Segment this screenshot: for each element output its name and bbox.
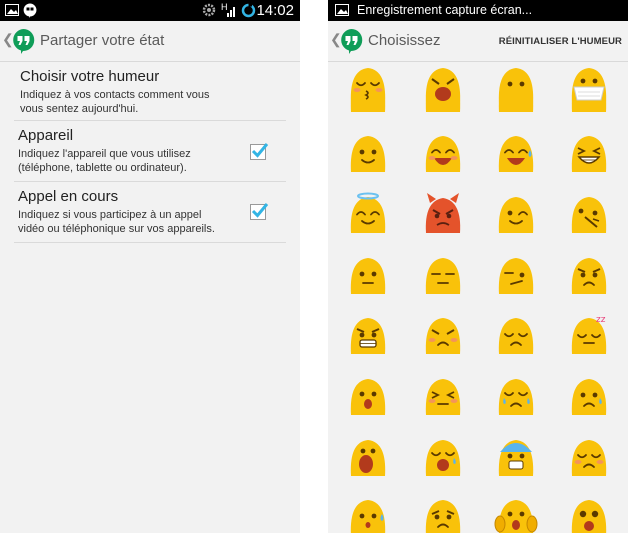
emoji-screaming-hands-icon[interactable] xyxy=(494,494,538,533)
hangouts-logo-icon[interactable] xyxy=(11,28,36,54)
emoji-nervous-sweat-icon[interactable] xyxy=(346,494,390,533)
action-bar: ❮ Partager votre état xyxy=(0,21,300,62)
emoji-sad-tear-icon[interactable] xyxy=(567,373,611,417)
pref-call-in-progress[interactable]: Appel en cours Indiquez si vous particip… xyxy=(14,182,286,243)
emoji-worried-icon[interactable] xyxy=(567,434,611,478)
settings-icon xyxy=(202,3,216,17)
emoji-expressionless-icon[interactable] xyxy=(421,252,465,296)
emoji-grid: zz xyxy=(328,62,628,533)
svg-text:zz: zz xyxy=(596,315,606,325)
pref-title: Appareil xyxy=(18,127,74,144)
emoji-crying-loud-icon[interactable] xyxy=(421,62,465,106)
pref-choose-mood[interactable]: Choisir votre humeur Indiquez à vos cont… xyxy=(14,62,286,121)
emoji-crying-open-mouth-icon[interactable] xyxy=(421,434,465,478)
summary-line: Indiquez si vous participez à un appel xyxy=(18,209,202,221)
signal-icon xyxy=(227,7,235,17)
reset-mood-button[interactable]: RÉINITIALISER L'HUMEUR xyxy=(499,36,622,47)
emoji-furious-gritted-teeth-icon[interactable] xyxy=(346,312,390,356)
emoji-big-smile-sweat-icon[interactable] xyxy=(494,130,538,174)
hangouts-logo-icon[interactable] xyxy=(339,28,364,54)
call-checkbox[interactable] xyxy=(250,203,269,220)
emoji-sleeping-zzz-icon[interactable]: zz xyxy=(567,312,611,356)
emoji-angry-icon[interactable] xyxy=(421,312,465,356)
clock: 14:02 xyxy=(256,2,294,19)
hangouts-notification-icon xyxy=(23,3,37,18)
emoji-angel-halo-icon[interactable] xyxy=(346,191,390,235)
emoji-squinting-laugh-icon[interactable] xyxy=(567,130,611,174)
emoji-kiss-blush-icon[interactable] xyxy=(346,62,390,106)
summary-line: Indiquez à vos contacts comment vous xyxy=(20,89,210,101)
page-title: Partager votre état xyxy=(40,32,165,49)
battery-sync-icon xyxy=(241,3,256,18)
checkmark-icon xyxy=(251,203,269,218)
emoji-scared-blue-icon[interactable] xyxy=(494,434,538,478)
emoji-disappointed-icon[interactable] xyxy=(494,312,538,356)
emoji-sad-tears-icon[interactable] xyxy=(494,373,538,417)
emoji-neutral-plain-icon[interactable] xyxy=(346,252,390,296)
emoji-smiling-icon[interactable] xyxy=(346,130,390,174)
gallery-icon xyxy=(5,4,19,16)
emoji-skeptical-icon[interactable] xyxy=(494,252,538,296)
emoji-shouting-icon[interactable] xyxy=(346,434,390,478)
screen-share-status: H 14:02 ❮ Partager votre état Choisir vo… xyxy=(0,0,300,533)
summary-line: vidéo ou téléphonique sur vos appareils. xyxy=(18,223,215,235)
device-checkbox[interactable] xyxy=(250,143,269,160)
pref-title: Appel en cours xyxy=(18,188,119,205)
pref-title: Choisir votre humeur xyxy=(20,68,160,85)
action-bar: ❮ Choisissez RÉINITIALISER L'HUMEUR xyxy=(328,21,628,62)
pref-summary: Indiquez si vous participez à un appel v… xyxy=(18,208,215,236)
emoji-happy-blush-icon[interactable] xyxy=(421,130,465,174)
emoji-mask-icon[interactable] xyxy=(567,62,611,106)
page-title: Choisissez xyxy=(368,32,441,49)
status-bar: Enregistrement capture écran... xyxy=(328,0,628,21)
pref-device[interactable]: Appareil Indiquez l'appareil que vous ut… xyxy=(14,121,286,182)
emoji-upset-icon[interactable] xyxy=(421,494,465,533)
screenshot-icon xyxy=(335,4,349,16)
emoji-shocked-icon[interactable] xyxy=(567,494,611,533)
checkmark-icon xyxy=(251,143,269,158)
notification-text: Enregistrement capture écran... xyxy=(357,3,533,17)
summary-line: (téléphone, tablette ou ordinateur). xyxy=(18,162,187,174)
pref-summary: Indiquez l'appareil que vous utilisez (t… xyxy=(18,147,191,175)
emoji-embarrassed-squint-icon[interactable] xyxy=(421,373,465,417)
emoji-devil-icon[interactable] xyxy=(421,191,465,235)
emoji-winking-icon[interactable] xyxy=(494,191,538,235)
emoji-surprised-o-icon[interactable] xyxy=(346,373,390,417)
summary-line: vous sentez aujourd'hui. xyxy=(20,103,139,115)
emoji-crazy-zigzag-icon[interactable] xyxy=(567,191,611,235)
screen-choose-mood: Enregistrement capture écran... ❮ Choisi… xyxy=(328,0,628,533)
emoji-angry-frown-icon[interactable] xyxy=(567,252,611,296)
emoji-quiet-icon[interactable] xyxy=(494,62,538,106)
summary-line: Indiquez l'appareil que vous utilisez xyxy=(18,148,191,160)
pref-summary: Indiquez à vos contacts comment vous vou… xyxy=(20,88,210,116)
status-bar: H 14:02 xyxy=(0,0,300,21)
